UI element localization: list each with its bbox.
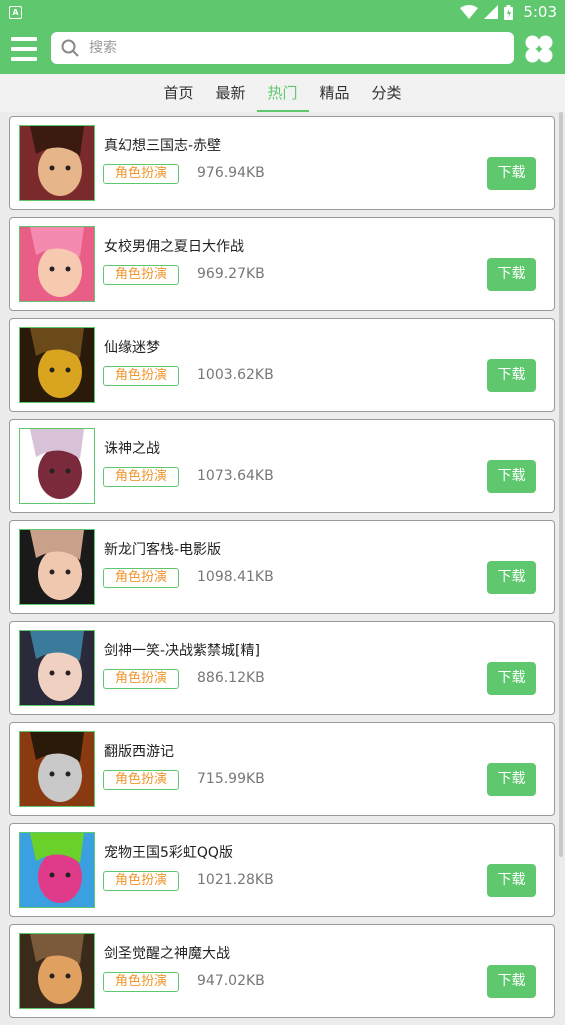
game-list: 真幻想三国志-赤壁 角色扮演 976.94KB 下载 女校男佣之夏日大作战 角色扮演 969… — [9, 116, 555, 1025]
download-button[interactable]: 下载 — [487, 561, 536, 594]
file-size: 1098.41KB — [197, 569, 274, 585]
game-thumbnail — [19, 933, 95, 1009]
tab-0[interactable]: 首页 — [153, 74, 205, 112]
status-icons: 5:03 — [460, 0, 557, 24]
wifi-icon — [460, 5, 479, 19]
game-list-item[interactable]: 剑神一笑-决战紫禁城[精] 角色扮演 886.12KB 下载 — [9, 621, 555, 715]
search-icon — [61, 39, 79, 57]
app-toolbar — [0, 24, 565, 74]
game-thumbnail — [19, 529, 95, 605]
notification-icon: A — [9, 6, 22, 19]
game-thumbnail — [19, 630, 95, 706]
game-list-item[interactable]: 女校男佣之夏日大作战角色扮演 969.27KB 下载 — [9, 217, 555, 311]
tab-2[interactable]: 热门 — [256, 74, 309, 112]
game-list-item[interactable]: 剑圣觉醒之神魔大战角色扮演 947.02KB 下载 — [9, 924, 555, 1018]
game-thumbnail — [19, 731, 95, 807]
download-button[interactable]: 下载 — [487, 460, 536, 493]
search-input[interactable] — [89, 32, 499, 64]
clover-grid-icon[interactable] — [524, 34, 554, 64]
battery-icon — [504, 4, 514, 20]
download-button[interactable]: 下载 — [487, 157, 536, 190]
game-name: 翻版西游记 — [104, 744, 174, 760]
file-size: 886.12KB — [197, 670, 265, 686]
genre-tag: 角色扮演 — [103, 467, 179, 487]
game-list-item[interactable]: 诛神之战角色扮演 1073.64KB 下载 — [9, 419, 555, 513]
search-bar[interactable] — [51, 32, 514, 64]
game-thumbnail — [19, 226, 95, 302]
game-thumbnail — [19, 832, 95, 908]
game-name: 真幻想三国志-赤壁 — [104, 138, 222, 154]
game-list-item[interactable]: 翻版西游记角色扮演 715.99KB 下载 — [9, 722, 555, 816]
category-tabs: 首页 最新 热门 精品 分类 — [0, 74, 565, 112]
genre-tag: 角色扮演 — [103, 669, 179, 689]
status-bar: A 5:03 — [0, 0, 565, 24]
game-list-item[interactable]: 宠物王国5彩虹QQ版角色扮演 1021.28KB 下载 — [9, 823, 555, 917]
file-size: 1021.28KB — [197, 872, 274, 888]
download-button[interactable]: 下载 — [487, 662, 536, 695]
download-button[interactable]: 下载 — [487, 864, 536, 897]
download-button[interactable]: 下载 — [487, 258, 536, 291]
file-size: 1003.62KB — [197, 367, 274, 383]
game-name: 剑神一笑-决战紫禁城[精] — [104, 643, 260, 659]
genre-tag: 角色扮演 — [103, 366, 179, 386]
game-name: 仙缘迷梦 — [104, 340, 160, 356]
game-list-item[interactable]: 仙缘迷梦角色扮演 1003.62KB 下载 — [9, 318, 555, 412]
genre-tag: 角色扮演 — [103, 871, 179, 891]
game-list-item[interactable]: 新龙门客栈-电影版角色扮演 1098.41KB 下载 — [9, 520, 555, 614]
file-size: 976.94KB — [197, 165, 265, 181]
file-size: 715.99KB — [197, 771, 265, 787]
download-button[interactable]: 下载 — [487, 763, 536, 796]
genre-tag: 角色扮演 — [103, 164, 179, 184]
clock: 5:03 — [523, 3, 557, 21]
game-list-item[interactable]: 真幻想三国志-赤壁角色扮演 976.94KB 下载 — [9, 116, 555, 210]
menu-icon[interactable] — [11, 37, 37, 61]
game-thumbnail — [19, 327, 95, 403]
game-name: 诛神之战 — [104, 441, 160, 457]
game-thumbnail — [19, 125, 95, 201]
genre-tag: 角色扮演 — [103, 770, 179, 790]
genre-tag: 角色扮演 — [103, 568, 179, 588]
file-size: 947.02KB — [197, 973, 265, 989]
signal-icon — [484, 5, 499, 19]
tab-1[interactable]: 最新 — [205, 74, 257, 112]
game-name: 女校男佣之夏日大作战 — [104, 239, 244, 255]
game-name: 新龙门客栈-电影版 — [104, 542, 222, 558]
genre-tag: 角色扮演 — [103, 972, 179, 992]
tab-4[interactable]: 分类 — [361, 74, 413, 112]
file-size: 1073.64KB — [197, 468, 274, 484]
genre-tag: 角色扮演 — [103, 265, 179, 285]
game-name: 宠物王国5彩虹QQ版 — [104, 845, 233, 861]
download-button[interactable]: 下载 — [487, 359, 536, 392]
game-thumbnail — [19, 428, 95, 504]
file-size: 969.27KB — [197, 266, 265, 282]
scrollbar[interactable] — [559, 112, 563, 857]
game-name: 剑圣觉醒之神魔大战 — [104, 946, 230, 962]
download-button[interactable]: 下载 — [487, 965, 536, 998]
tab-3[interactable]: 精品 — [309, 74, 361, 112]
